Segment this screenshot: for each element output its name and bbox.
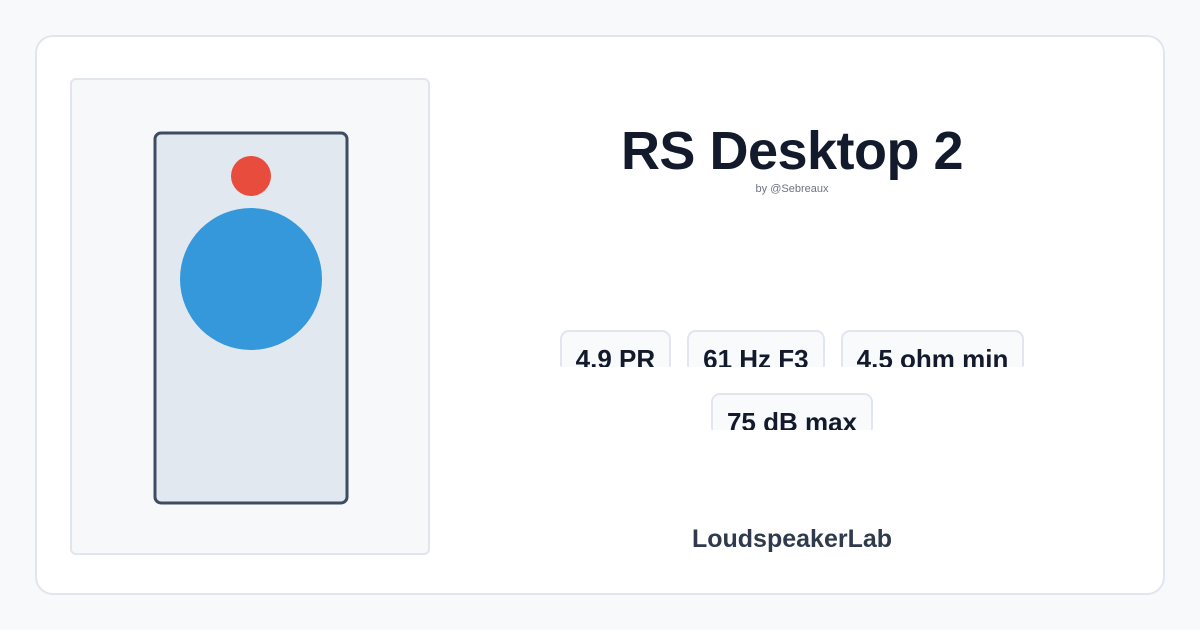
tweeter-driver <box>231 156 271 196</box>
speaker-info: RS Desktop 2 by @Sebreaux 4.9 PR 61 Hz F… <box>457 37 1127 593</box>
share-card: RS Desktop 2 by @Sebreaux 4.9 PR 61 Hz F… <box>35 35 1165 595</box>
brand-name: LoudspeakerLab <box>691 525 893 553</box>
speaker-title: RS Desktop 2 <box>620 121 964 181</box>
spec-badge-pr: 4.9 PR <box>559 330 672 367</box>
spec-badge-f3: 61 Hz F3 <box>687 330 825 367</box>
spec-badge-impedance: 4.5 ohm min <box>840 330 1025 367</box>
speaker-diagram <box>153 131 349 505</box>
spec-badges: 4.9 PR 61 Hz F3 4.5 ohm min 75 dB max <box>517 330 1067 430</box>
spec-badge-max-spl: 75 dB max <box>710 393 874 430</box>
author-byline: by @Sebreaux <box>755 183 829 195</box>
speaker-preview-panel <box>70 78 430 555</box>
woofer-driver <box>180 208 322 350</box>
